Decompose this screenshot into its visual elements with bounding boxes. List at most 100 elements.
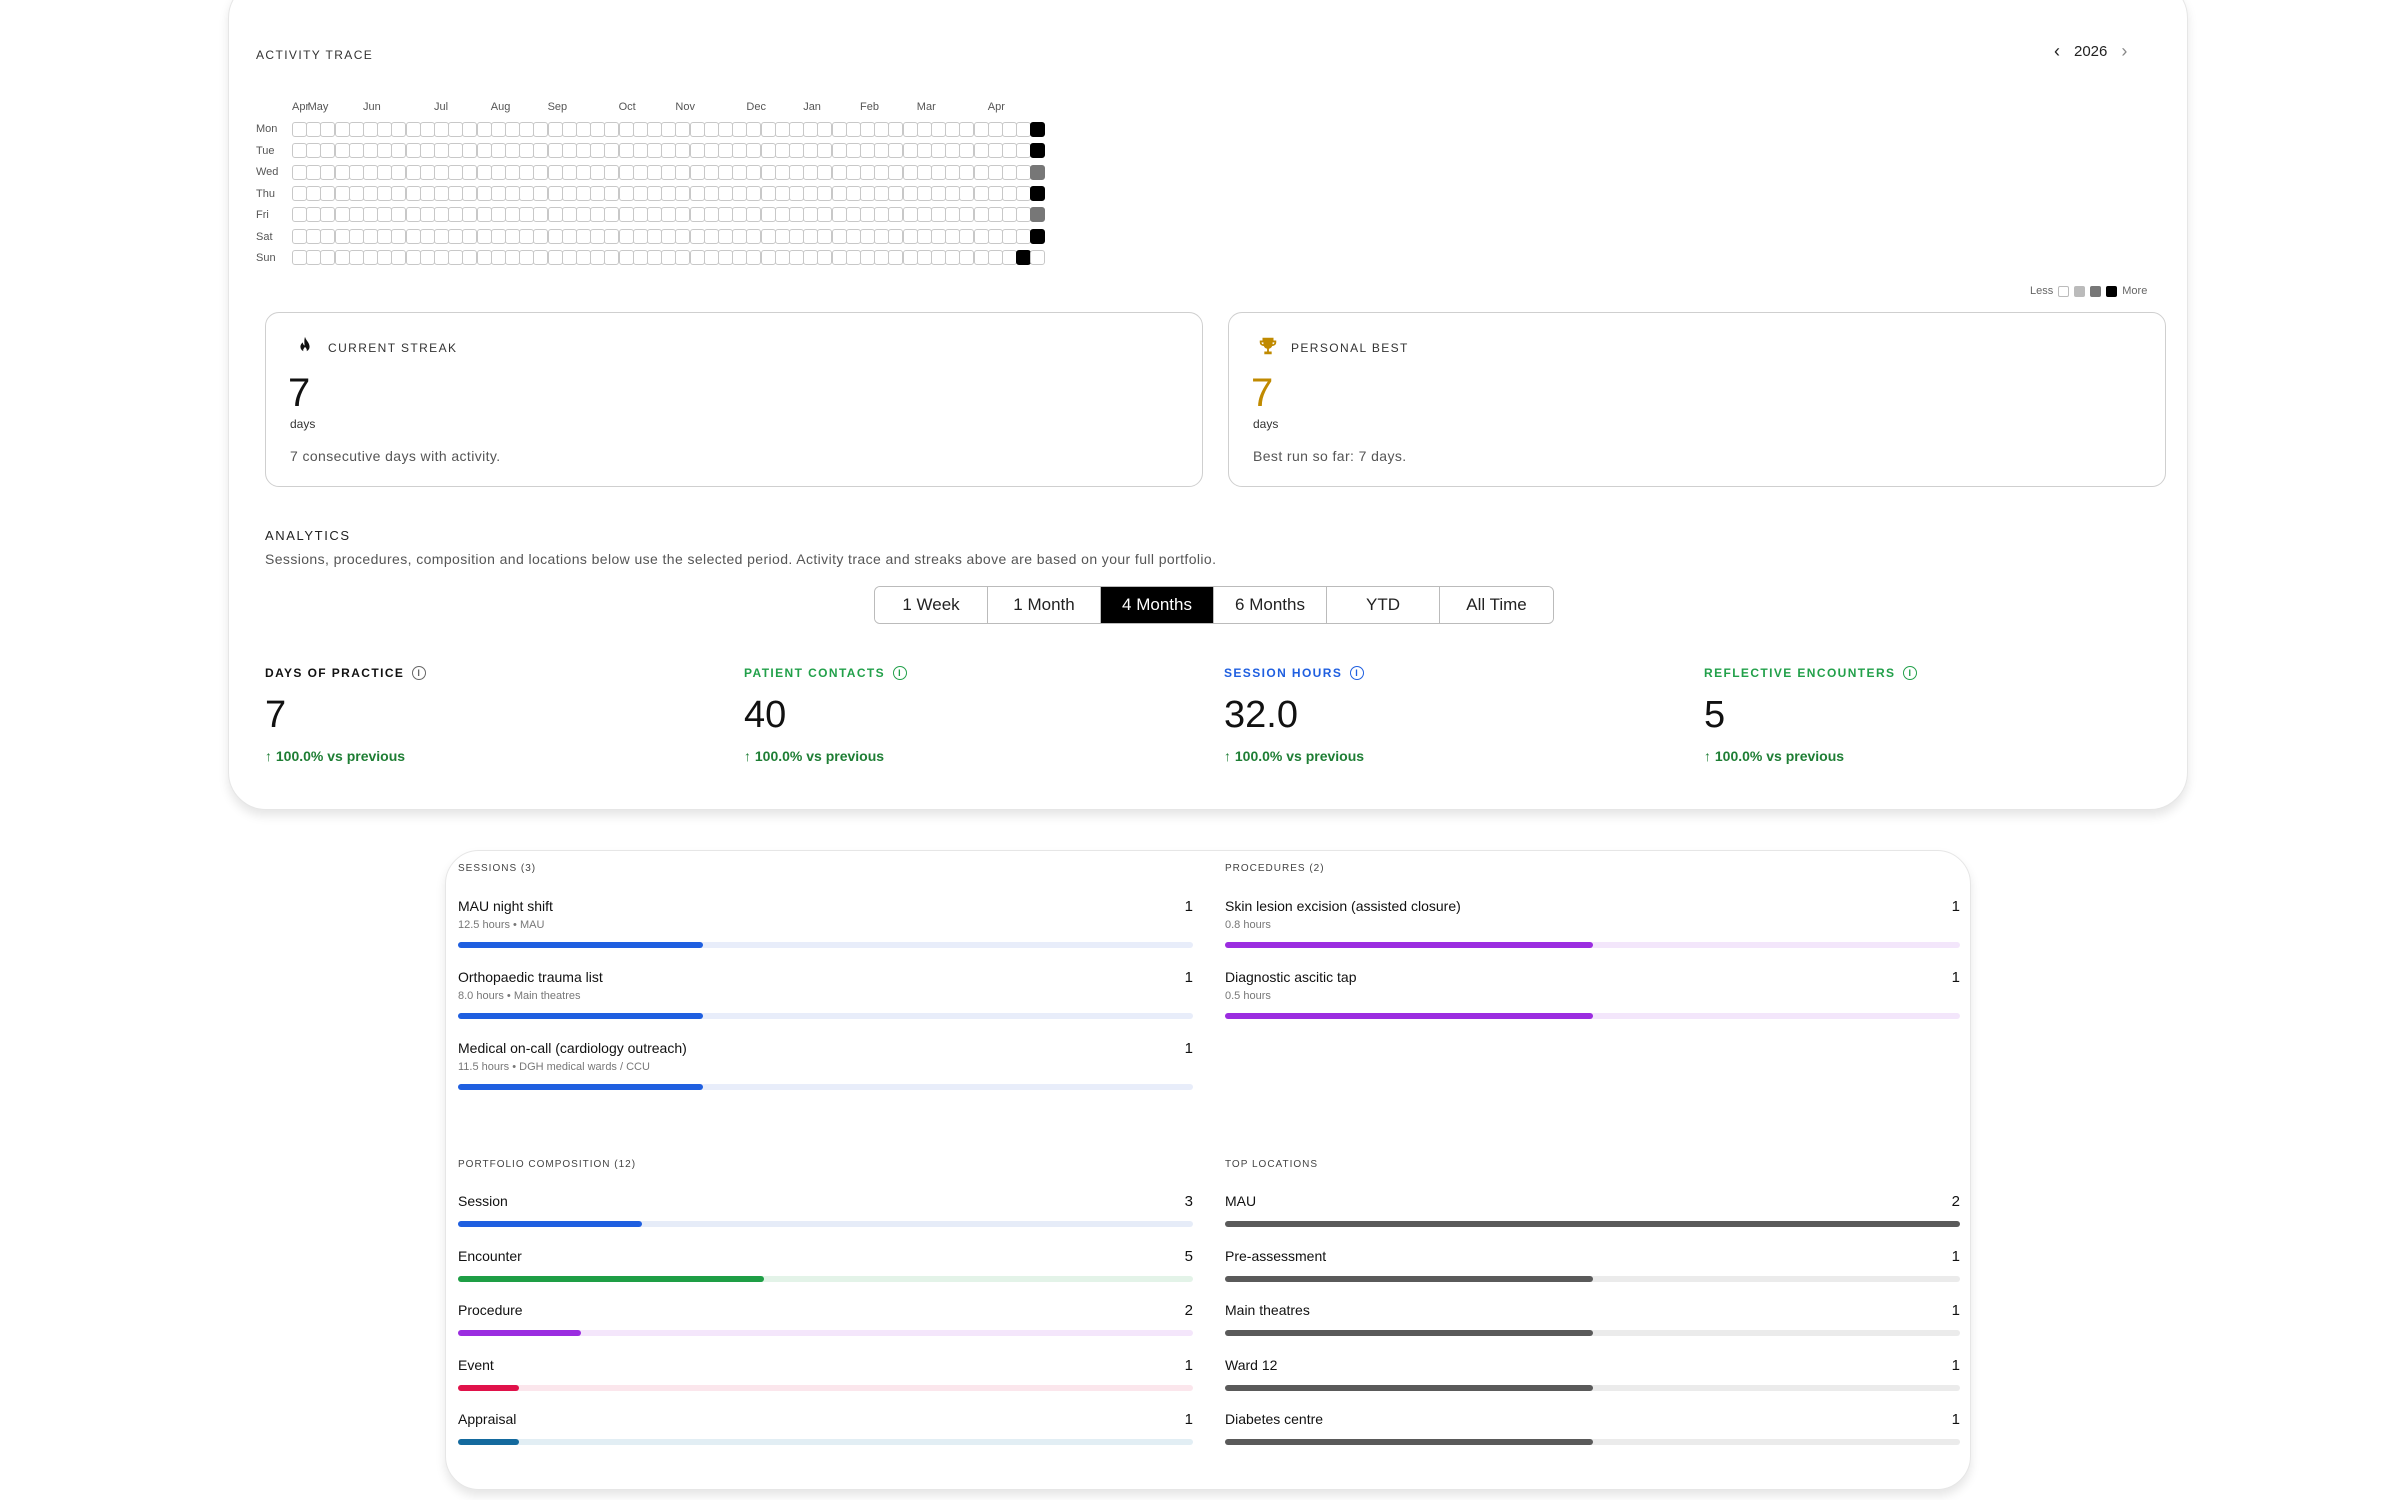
activity-cell: [320, 207, 336, 223]
sessions-row-name: Medical on-call (cardiology outreach): [458, 1040, 687, 1056]
month-label: Dec: [746, 101, 766, 113]
activity-cell: [987, 164, 1003, 180]
day-label: Wed: [256, 166, 279, 178]
activity-cell: [632, 143, 648, 159]
kpi-card: REFLECTIVE ENCOUNTERS i 5 ↑ 100.0% vs previ…: [1704, 666, 2144, 764]
info-icon[interactable]: i: [893, 666, 908, 680]
sessions-row-name: MAU night shift: [458, 898, 553, 914]
day-label: Sun: [256, 252, 276, 264]
locations-row-name: Diabetes centre: [1225, 1411, 1324, 1427]
sessions-row-meta: 12.5 hours • MAU: [458, 919, 545, 931]
activity-cell: [505, 207, 520, 223]
activity-cell: [831, 207, 847, 223]
activity-cell: [462, 122, 478, 137]
composition-bar-fill: [458, 1330, 581, 1336]
period-option[interactable]: YTD: [1327, 587, 1440, 623]
activity-cell: [320, 249, 336, 265]
arrow-up-icon: ↑: [744, 748, 755, 764]
activity-cell: [490, 143, 506, 159]
locations-bar-track: [1225, 1439, 1960, 1445]
kpi-value: 32.0: [1224, 694, 1298, 736]
activity-cell: [732, 164, 748, 180]
composition-row-count: 5: [1184, 1247, 1193, 1265]
activity-cell: [632, 164, 648, 180]
activity-cell: [363, 164, 378, 180]
activity-cell: [476, 207, 492, 223]
activity-cell: [945, 207, 961, 223]
kpi-label: REFLECTIVE ENCOUNTERS i: [1704, 666, 2144, 680]
heatmap-legend: Less More: [2030, 285, 2147, 297]
activity-cell: [1002, 249, 1017, 265]
activity-cell: [363, 143, 378, 159]
activity-cell: [845, 185, 861, 201]
activity-cell: [888, 122, 904, 137]
activity-cell: [902, 228, 918, 244]
activity-cell: [618, 249, 634, 265]
activity-cell: [945, 249, 961, 265]
activity-cell: [945, 143, 961, 159]
info-icon[interactable]: i: [412, 666, 427, 680]
activity-cell: [391, 122, 407, 137]
activity-cell: [845, 143, 861, 159]
activity-cell: [860, 249, 875, 265]
activity-cell: [888, 143, 904, 159]
info-icon[interactable]: i: [1350, 666, 1365, 680]
activity-cell: [817, 122, 833, 137]
activity-cell: [959, 228, 975, 244]
info-icon[interactable]: i: [1903, 666, 1918, 680]
activity-cell: [661, 207, 677, 223]
activity-cell: [505, 164, 520, 180]
activity-cell: [718, 249, 733, 265]
activity-cell: [931, 164, 946, 180]
activity-cell: [462, 249, 478, 265]
activity-cell: [647, 228, 662, 244]
activity-cell: [348, 185, 364, 201]
activity-cell: [348, 228, 364, 244]
activity-cell: [732, 228, 748, 244]
activity-cell: [959, 164, 975, 180]
period-option[interactable]: 1 Month: [988, 587, 1101, 623]
activity-cell: [547, 228, 563, 244]
locations-bar-fill: [1225, 1439, 1593, 1445]
activity-cell: [703, 249, 719, 265]
activity-cell: [1030, 249, 1046, 265]
period-option[interactable]: 4 Months: [1101, 587, 1214, 623]
year-navigator: ‹ 2026 ›: [2054, 42, 2127, 60]
activity-cell: [604, 164, 620, 180]
activity-cell: [916, 122, 932, 137]
period-option[interactable]: 1 Week: [875, 587, 988, 623]
activity-cell: [860, 185, 875, 201]
day-label: Thu: [256, 187, 275, 200]
activity-cell: [561, 122, 577, 137]
procedures-row-count: 1: [1951, 898, 1960, 915]
month-label: Jan: [803, 101, 821, 113]
activity-cell: [505, 249, 520, 265]
activity-cell: [306, 185, 322, 201]
activity-cell: [419, 143, 435, 159]
activity-cell: [789, 249, 804, 265]
period-option[interactable]: 6 Months: [1214, 587, 1327, 623]
activity-cell: [618, 228, 634, 244]
period-option[interactable]: All Time: [1440, 587, 1553, 623]
activity-cell: [916, 249, 932, 265]
analytics-title: ANALYTICS: [265, 528, 351, 543]
activity-cell: [661, 143, 677, 159]
chevron-right-icon[interactable]: ›: [2121, 42, 2127, 60]
sessions-bar-fill: [458, 1013, 703, 1019]
activity-cell: [533, 164, 549, 180]
activity-cell: [462, 164, 478, 180]
year-label: 2026: [2074, 42, 2108, 60]
activity-cell: [973, 207, 989, 223]
composition-row-name: Appraisal: [458, 1411, 517, 1427]
activity-cell: [1002, 207, 1017, 223]
month-label: May: [307, 101, 329, 113]
activity-cell: [945, 185, 961, 201]
arrow-up-icon: ↑: [1224, 748, 1235, 764]
chevron-left-icon[interactable]: ‹: [2054, 42, 2060, 60]
activity-cell: [419, 122, 435, 137]
activity-cell: [789, 122, 804, 137]
activity-cell: [632, 228, 648, 244]
activity-cell: [916, 185, 932, 201]
activity-cell: [732, 122, 748, 137]
legend-swatch-medium: [2090, 285, 2102, 297]
